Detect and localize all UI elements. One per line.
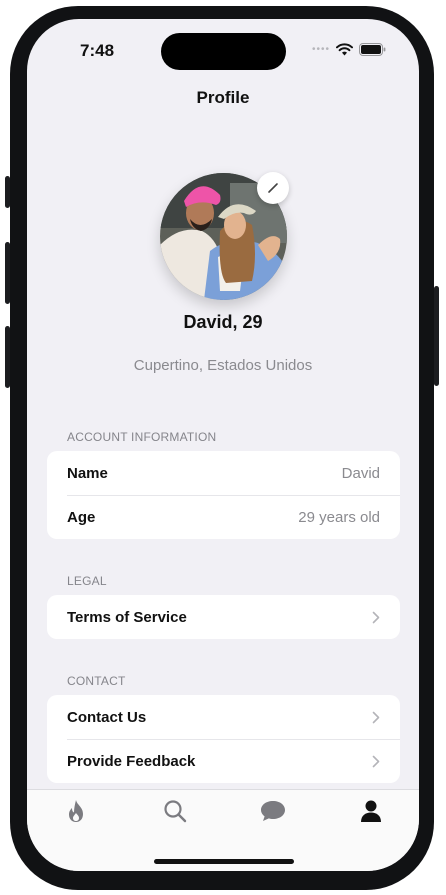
flame-icon <box>69 800 83 822</box>
chevron-right-icon <box>372 755 380 768</box>
name-value: David <box>341 464 380 482</box>
avatar-container <box>160 172 289 300</box>
status-icons: •••• <box>312 41 386 57</box>
provide-feedback-row[interactable]: Provide Feedback <box>47 739 400 783</box>
page-title: Profile <box>196 88 250 107</box>
person-icon <box>361 800 381 822</box>
contact-card: Contact Us Provide Feedback <box>47 695 400 783</box>
chevron-right-icon <box>372 711 380 724</box>
battery-icon <box>359 42 386 56</box>
contact-us-label: Contact Us <box>67 708 147 726</box>
app-screen: 7:48 •••• Profile David, 29 Cupertino, E… <box>27 19 419 871</box>
age-value: 29 years old <box>298 508 380 526</box>
status-time: 7:48 <box>80 41 115 60</box>
age-row[interactable]: Age 29 years old <box>47 495 400 539</box>
legal-card: Terms of Service <box>47 595 400 639</box>
search-icon <box>164 800 187 823</box>
wifi-icon <box>336 42 353 55</box>
volume-down-button <box>5 326 10 388</box>
provide-feedback-label: Provide Feedback <box>67 752 196 770</box>
contact-us-row[interactable]: Contact Us <box>47 695 400 739</box>
edit-photo-button[interactable] <box>257 172 289 204</box>
chat-bubble-icon <box>261 801 285 821</box>
account-info-card: Name David Age 29 years old <box>47 451 400 539</box>
age-label: Age <box>67 508 96 526</box>
profile-name: David, 29 <box>183 312 263 332</box>
chevron-right-icon <box>372 611 380 624</box>
terms-of-service-row[interactable]: Terms of Service <box>47 595 400 639</box>
profile-location: Cupertino, Estados Unidos <box>133 357 313 374</box>
tab-discover[interactable] <box>63 798 89 824</box>
tab-search[interactable] <box>162 798 188 824</box>
pencil-icon <box>268 183 278 193</box>
name-label: Name <box>67 464 108 482</box>
volume-up-button <box>5 242 10 304</box>
section-header-account: ACCOUNT INFORMATION <box>67 430 217 444</box>
home-indicator <box>154 859 294 864</box>
name-row[interactable]: Name David <box>47 451 400 495</box>
section-header-legal: LEGAL <box>67 574 107 588</box>
signal-dots-icon: •••• <box>311 43 330 55</box>
tab-profile[interactable] <box>358 798 384 824</box>
tab-messages[interactable] <box>260 798 286 824</box>
mute-switch <box>5 176 10 208</box>
terms-of-service-label: Terms of Service <box>67 608 187 626</box>
power-button <box>434 286 439 386</box>
section-header-contact: CONTACT <box>67 674 126 688</box>
dynamic-island <box>161 33 286 70</box>
